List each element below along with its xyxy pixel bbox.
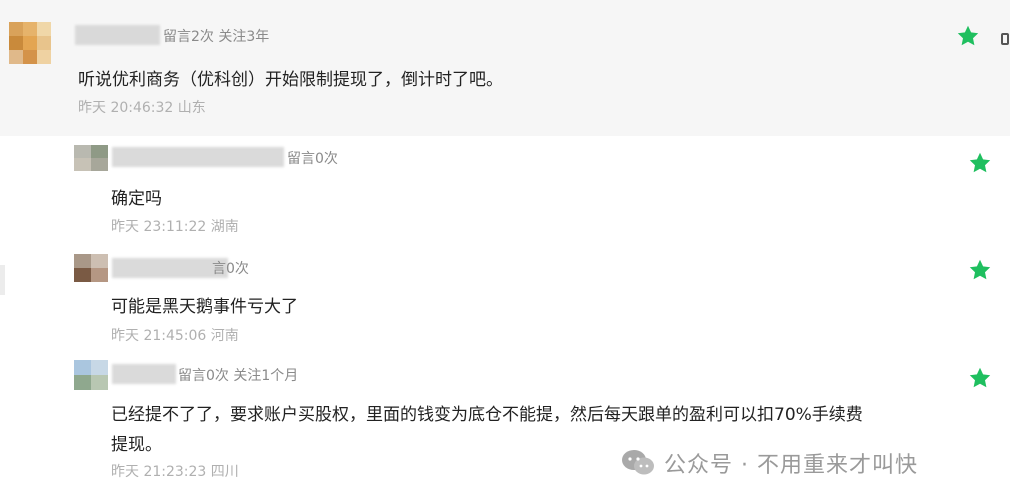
comment-time: 昨天 23:11:22 湖南 [111,219,239,235]
wechat-icon [622,450,654,475]
comment-text: 提现。 [111,435,162,455]
username-redacted[interactable] [112,364,176,384]
avatar[interactable] [74,145,108,171]
comment-meta: 留言2次 关注3年 [163,29,270,45]
watermark: 公众号 · 不用重来才叫快 [620,446,918,480]
username-redacted[interactable] [112,147,284,167]
comment-text: 可能是黑天鹅事件亏大了 [111,297,298,317]
comment-text: 确定吗 [111,189,162,209]
star-icon[interactable] [968,366,992,390]
comment-meta: 言0次 [212,261,249,277]
comment-time: 昨天 21:23:23 四川 [111,464,239,480]
watermark-text: 公众号 · 不用重来才叫快 [664,453,918,478]
comment-text: 听说优利商务（优科创）开始限制提现了，倒计时了吧。 [78,70,503,90]
comment-time: 昨天 20:46:32 山东 [78,100,206,116]
username-redacted[interactable] [75,25,160,45]
reply-icon[interactable] [1001,33,1009,45]
username-redacted[interactable] [112,258,228,278]
star-icon[interactable] [956,24,980,48]
comment-meta: 留言0次 [287,151,338,167]
avatar[interactable] [74,254,108,282]
left-edge-artifact [0,265,5,295]
star-icon[interactable] [968,151,992,175]
comment-text: 已经提不了了，要求账户买股权，里面的钱变为底仓不能提，然后每天跟单的盈利可以扣7… [111,405,863,425]
avatar[interactable] [74,360,108,390]
comment-time: 昨天 21:45:06 河南 [111,328,239,344]
avatar[interactable] [9,22,51,64]
star-icon[interactable] [968,258,992,282]
comment-meta: 留言0次 关注1个月 [178,368,299,384]
